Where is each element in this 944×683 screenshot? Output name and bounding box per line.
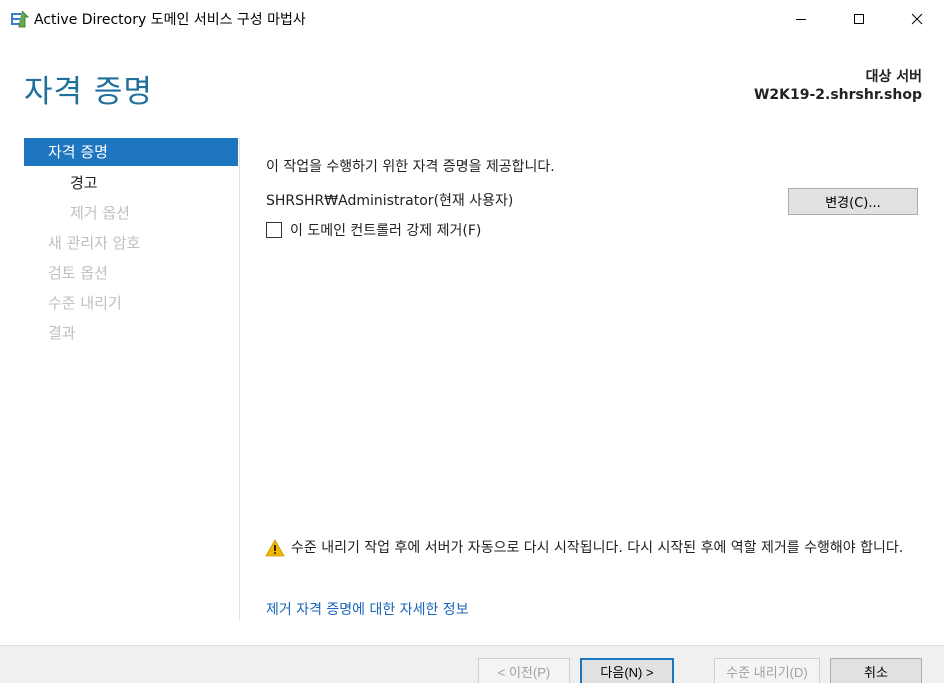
- maximize-icon: [854, 14, 864, 24]
- credentials-intro: 이 작업을 수행하기 위한 자격 증명을 제공합니다.: [266, 159, 555, 175]
- step-demotion: 수준 내리기: [48, 294, 122, 312]
- target-server-name: W2K19-2.shrshr.shop: [753, 87, 922, 103]
- previous-button[interactable]: < 이전(P): [478, 658, 570, 683]
- more-info-link[interactable]: 제거 자격 증명에 대한 자세한 정보: [266, 599, 469, 619]
- minimize-icon: [796, 19, 806, 20]
- sidebar-divider: [239, 138, 240, 620]
- target-server-label: 대상 서버: [865, 69, 922, 85]
- force-remove-checkbox[interactable]: [266, 222, 282, 238]
- window-title: Active Directory 도메인 서비스 구성 마법사: [34, 12, 306, 28]
- cancel-button[interactable]: 취소: [830, 658, 922, 683]
- minimize-button[interactable]: [772, 0, 830, 38]
- warning-icon: [265, 539, 285, 557]
- next-button[interactable]: 다음(N) >: [580, 658, 674, 683]
- step-warnings[interactable]: 경고: [24, 168, 238, 198]
- step-results: 결과: [48, 324, 76, 342]
- change-credentials-button[interactable]: 변경(C)...: [788, 188, 918, 215]
- force-remove-label[interactable]: 이 도메인 컨트롤러 강제 제거(F): [290, 220, 481, 240]
- maximize-button[interactable]: [830, 0, 888, 38]
- current-account: SHRSHR₩Administrator(현재 사용자): [266, 193, 514, 209]
- restart-warning-text: 수준 내리기 작업 후에 서버가 자동으로 다시 시작됩니다. 다시 시작된 후…: [291, 540, 904, 556]
- step-review-options: 검토 옵션: [48, 264, 108, 282]
- title-bar: Active Directory 도메인 서비스 구성 마법사: [0, 0, 944, 38]
- page-title: 자격 증명: [24, 74, 153, 110]
- wizard-step-list: 자격 증명 경고 제거 옵션 새 관리자 암호 검토 옵션 수준 내리기 결과: [24, 138, 238, 348]
- ad-wizard-icon: [10, 10, 30, 28]
- force-remove-option[interactable]: 이 도메인 컨트롤러 강제 제거(F): [266, 221, 481, 239]
- demote-button[interactable]: 수준 내리기(D): [714, 658, 820, 683]
- close-button[interactable]: [888, 0, 944, 38]
- step-new-admin-password: 새 관리자 암호: [48, 234, 141, 252]
- step-credentials[interactable]: 자격 증명: [24, 138, 238, 166]
- wizard-footer: < 이전(P) 다음(N) > 수준 내리기(D) 취소: [0, 645, 944, 683]
- step-removal-options: 제거 옵션: [70, 204, 130, 222]
- close-icon: [911, 13, 923, 25]
